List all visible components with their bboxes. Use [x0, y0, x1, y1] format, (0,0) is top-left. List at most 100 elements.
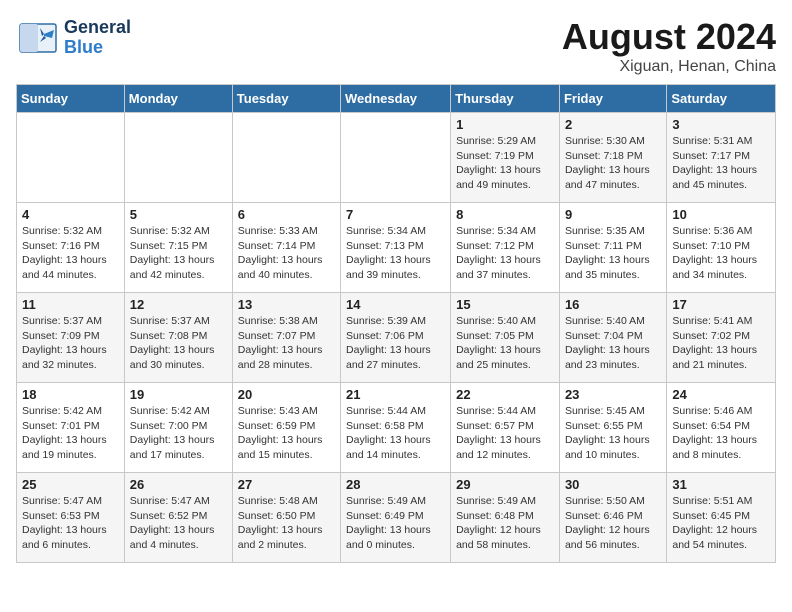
calendar-cell: 3 Sunrise: 5:31 AM Sunset: 7:17 PM Daylig…	[667, 113, 776, 203]
calendar-cell: 12 Sunrise: 5:37 AM Sunset: 7:08 PM Dayli…	[124, 293, 232, 383]
day-info: Sunrise: 5:32 AM Sunset: 7:15 PM Dayligh…	[130, 225, 215, 281]
day-info: Sunrise: 5:45 AM Sunset: 6:55 PM Dayligh…	[565, 405, 650, 461]
calendar-cell: 23 Sunrise: 5:45 AM Sunset: 6:55 PM Dayli…	[559, 383, 666, 473]
subtitle: Xiguan, Henan, China	[562, 58, 776, 76]
title-block: August 2024 Xiguan, Henan, China	[562, 16, 776, 76]
day-info: Sunrise: 5:44 AM Sunset: 6:58 PM Dayligh…	[346, 405, 431, 461]
week-row-5: 25Sunrise: 5:47 AM Sunset: 6:53 PM Dayli…	[17, 473, 776, 563]
day-number: 5	[130, 207, 227, 222]
calendar-cell: 10Sunrise: 5:36 AM Sunset: 7:10 PM Dayli…	[667, 203, 776, 293]
calendar-cell: 18Sunrise: 5:42 AM Sunset: 7:01 PM Dayli…	[17, 383, 125, 473]
main-title: August 2024	[562, 16, 776, 58]
day-info: Sunrise: 5:46 AM Sunset: 6:54 PM Dayligh…	[672, 405, 757, 461]
day-info: Sunrise: 5:49 AM Sunset: 6:49 PM Dayligh…	[346, 495, 431, 551]
day-number: 2	[565, 117, 661, 132]
calendar-cell: 19 Sunrise: 5:42 AM Sunset: 7:00 PM Dayli…	[124, 383, 232, 473]
calendar-cell: 29 Sunrise: 5:49 AM Sunset: 6:48 PM Dayli…	[451, 473, 560, 563]
calendar-cell: 20 Sunrise: 5:43 AM Sunset: 6:59 PM Dayli…	[232, 383, 340, 473]
calendar-cell: 2 Sunrise: 5:30 AM Sunset: 7:18 PM Daylig…	[559, 113, 666, 203]
calendar-cell: 27 Sunrise: 5:48 AM Sunset: 6:50 PM Dayli…	[232, 473, 340, 563]
day-info: Sunrise: 5:36 AM Sunset: 7:10 PM Dayligh…	[672, 225, 757, 281]
day-number: 19	[130, 387, 227, 402]
day-number: 8	[456, 207, 554, 222]
day-number: 20	[238, 387, 335, 402]
calendar-cell: 30Sunrise: 5:50 AM Sunset: 6:46 PM Dayli…	[559, 473, 666, 563]
logo-text: General Blue	[64, 18, 131, 58]
day-info: Sunrise: 5:42 AM Sunset: 7:00 PM Dayligh…	[130, 405, 215, 461]
calendar-cell: 6 Sunrise: 5:33 AM Sunset: 7:14 PM Daylig…	[232, 203, 340, 293]
day-number: 29	[456, 477, 554, 492]
calendar-cell: 17Sunrise: 5:41 AM Sunset: 7:02 PM Dayli…	[667, 293, 776, 383]
week-row-4: 18Sunrise: 5:42 AM Sunset: 7:01 PM Dayli…	[17, 383, 776, 473]
day-number: 13	[238, 297, 335, 312]
day-info: Sunrise: 5:48 AM Sunset: 6:50 PM Dayligh…	[238, 495, 323, 551]
day-info: Sunrise: 5:33 AM Sunset: 7:14 PM Dayligh…	[238, 225, 323, 281]
calendar-cell: 4Sunrise: 5:32 AM Sunset: 7:16 PM Daylig…	[17, 203, 125, 293]
page-header: General Blue August 2024 Xiguan, Henan, …	[16, 16, 776, 76]
logo-blue: Blue	[64, 38, 131, 58]
day-number: 7	[346, 207, 445, 222]
day-info: Sunrise: 5:40 AM Sunset: 7:04 PM Dayligh…	[565, 315, 650, 371]
day-info: Sunrise: 5:44 AM Sunset: 6:57 PM Dayligh…	[456, 405, 541, 461]
calendar-cell: 21 Sunrise: 5:44 AM Sunset: 6:58 PM Dayli…	[341, 383, 451, 473]
day-number: 6	[238, 207, 335, 222]
day-number: 25	[22, 477, 119, 492]
calendar-cell: 1Sunrise: 5:29 AM Sunset: 7:19 PM Daylig…	[451, 113, 560, 203]
day-info: Sunrise: 5:31 AM Sunset: 7:17 PM Dayligh…	[672, 135, 757, 191]
calendar-cell: 14 Sunrise: 5:39 AM Sunset: 7:06 PM Dayli…	[341, 293, 451, 383]
calendar-cell	[341, 113, 451, 203]
day-number: 24	[672, 387, 770, 402]
day-header-wednesday: Wednesday	[341, 85, 451, 113]
day-header-monday: Monday	[124, 85, 232, 113]
day-info: Sunrise: 5:40 AM Sunset: 7:05 PM Dayligh…	[456, 315, 541, 371]
day-info: Sunrise: 5:39 AM Sunset: 7:06 PM Dayligh…	[346, 315, 431, 371]
day-info: Sunrise: 5:49 AM Sunset: 6:48 PM Dayligh…	[456, 495, 541, 551]
day-info: Sunrise: 5:34 AM Sunset: 7:12 PM Dayligh…	[456, 225, 541, 281]
day-number: 3	[672, 117, 770, 132]
calendar-cell: 5 Sunrise: 5:32 AM Sunset: 7:15 PM Daylig…	[124, 203, 232, 293]
calendar-cell: 7 Sunrise: 5:34 AM Sunset: 7:13 PM Daylig…	[341, 203, 451, 293]
day-header-thursday: Thursday	[451, 85, 560, 113]
day-info: Sunrise: 5:30 AM Sunset: 7:18 PM Dayligh…	[565, 135, 650, 191]
week-row-2: 4Sunrise: 5:32 AM Sunset: 7:16 PM Daylig…	[17, 203, 776, 293]
day-number: 17	[672, 297, 770, 312]
calendar-cell: 26Sunrise: 5:47 AM Sunset: 6:52 PM Dayli…	[124, 473, 232, 563]
day-number: 1	[456, 117, 554, 132]
day-number: 22	[456, 387, 554, 402]
day-number: 28	[346, 477, 445, 492]
day-number: 18	[22, 387, 119, 402]
calendar-cell: 31Sunrise: 5:51 AM Sunset: 6:45 PM Dayli…	[667, 473, 776, 563]
days-header-row: SundayMondayTuesdayWednesdayThursdayFrid…	[17, 85, 776, 113]
day-number: 11	[22, 297, 119, 312]
day-info: Sunrise: 5:47 AM Sunset: 6:52 PM Dayligh…	[130, 495, 215, 551]
calendar-cell: 16Sunrise: 5:40 AM Sunset: 7:04 PM Dayli…	[559, 293, 666, 383]
day-number: 12	[130, 297, 227, 312]
day-info: Sunrise: 5:51 AM Sunset: 6:45 PM Dayligh…	[672, 495, 757, 551]
calendar-cell: 13 Sunrise: 5:38 AM Sunset: 7:07 PM Dayli…	[232, 293, 340, 383]
logo-icon	[16, 16, 60, 60]
calendar-cell: 11 Sunrise: 5:37 AM Sunset: 7:09 PM Dayli…	[17, 293, 125, 383]
day-header-tuesday: Tuesday	[232, 85, 340, 113]
day-info: Sunrise: 5:35 AM Sunset: 7:11 PM Dayligh…	[565, 225, 650, 281]
day-number: 23	[565, 387, 661, 402]
day-info: Sunrise: 5:37 AM Sunset: 7:09 PM Dayligh…	[22, 315, 107, 371]
day-number: 21	[346, 387, 445, 402]
day-info: Sunrise: 5:37 AM Sunset: 7:08 PM Dayligh…	[130, 315, 215, 371]
calendar-cell: 9Sunrise: 5:35 AM Sunset: 7:11 PM Daylig…	[559, 203, 666, 293]
calendar-cell: 15Sunrise: 5:40 AM Sunset: 7:05 PM Dayli…	[451, 293, 560, 383]
day-number: 14	[346, 297, 445, 312]
calendar-cell	[17, 113, 125, 203]
calendar-table: SundayMondayTuesdayWednesdayThursdayFrid…	[16, 84, 776, 563]
calendar-cell: 28 Sunrise: 5:49 AM Sunset: 6:49 PM Dayli…	[341, 473, 451, 563]
logo-general: General	[64, 18, 131, 38]
day-number: 27	[238, 477, 335, 492]
day-header-saturday: Saturday	[667, 85, 776, 113]
day-info: Sunrise: 5:38 AM Sunset: 7:07 PM Dayligh…	[238, 315, 323, 371]
calendar-cell: 24 Sunrise: 5:46 AM Sunset: 6:54 PM Dayli…	[667, 383, 776, 473]
day-info: Sunrise: 5:43 AM Sunset: 6:59 PM Dayligh…	[238, 405, 323, 461]
calendar-cell: 25Sunrise: 5:47 AM Sunset: 6:53 PM Dayli…	[17, 473, 125, 563]
day-info: Sunrise: 5:34 AM Sunset: 7:13 PM Dayligh…	[346, 225, 431, 281]
logo: General Blue	[16, 16, 131, 60]
calendar-cell: 8 Sunrise: 5:34 AM Sunset: 7:12 PM Daylig…	[451, 203, 560, 293]
calendar-cell: 22 Sunrise: 5:44 AM Sunset: 6:57 PM Dayli…	[451, 383, 560, 473]
